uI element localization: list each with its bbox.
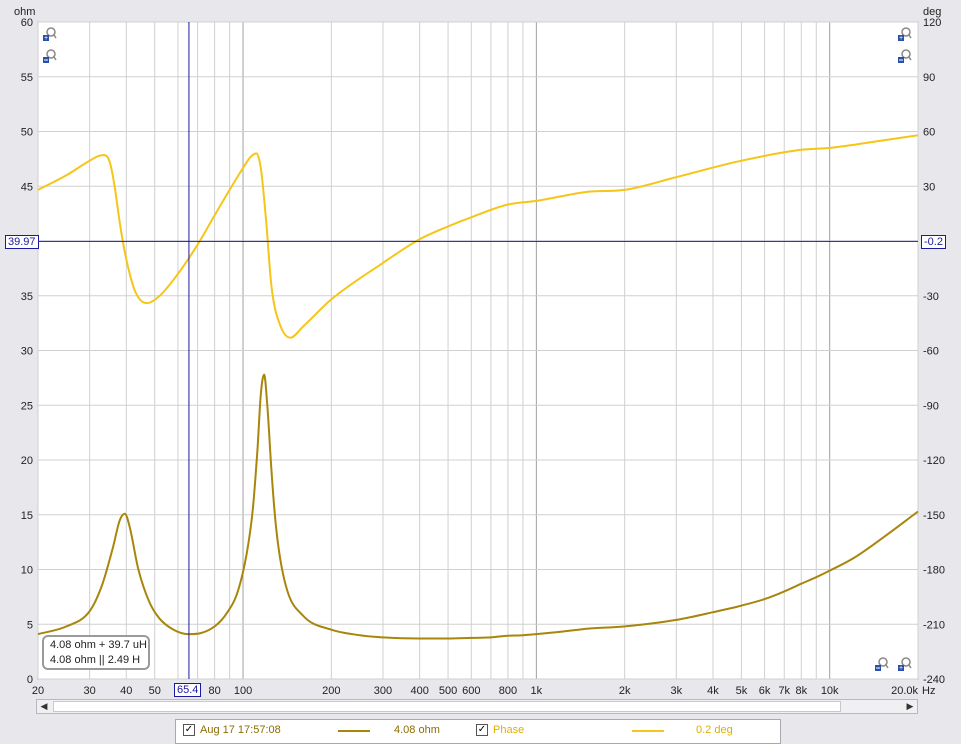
left-tick-label: 60 xyxy=(21,17,33,29)
x-tick-label: 5k xyxy=(736,685,748,697)
phase-checkbox[interactable]: ✓ xyxy=(476,724,488,736)
x-tick-label: 20.0k xyxy=(891,685,918,697)
right-axis-unit: deg xyxy=(923,6,941,18)
x-tick-label: 8k xyxy=(795,685,807,697)
impedance-chart[interactable]: 051015202530354045505560-240-210-180-150… xyxy=(0,0,961,700)
phase-name: Phase xyxy=(493,724,525,736)
x-tick-label: 200 xyxy=(322,685,340,697)
right-tick-label: -150 xyxy=(923,510,945,522)
right-tick-label: 120 xyxy=(923,17,941,29)
left-tick-label: 10 xyxy=(21,565,33,577)
x-tick-label: 500 xyxy=(439,685,457,697)
phase-value: 0.2 deg xyxy=(696,724,733,736)
measurement-swatch xyxy=(338,730,370,732)
right-tick-label: -90 xyxy=(923,400,939,412)
left-tick-label: 20 xyxy=(21,455,33,467)
left-axis-unit: ohm xyxy=(14,6,35,18)
x-tick-label: 80 xyxy=(208,685,220,697)
chart-window: 051015202530354045505560-240-210-180-150… xyxy=(0,0,961,744)
x-tick-label: 40 xyxy=(120,685,132,697)
zoom-in-x-icon[interactable]: + xyxy=(898,657,912,671)
measurement-name: Aug 17 17:57:08 xyxy=(200,724,281,736)
svg-text:+: + xyxy=(899,665,903,671)
x-tick-label: 3k xyxy=(671,685,683,697)
right-tick-label: -60 xyxy=(923,346,939,358)
x-tick-label: 6k xyxy=(759,685,771,697)
left-tick-label: 35 xyxy=(21,291,33,303)
svg-text:+: + xyxy=(899,35,903,41)
zoom-out-left-icon[interactable] xyxy=(43,49,57,63)
right-tick-label: 60 xyxy=(923,127,935,139)
right-tick-label: 30 xyxy=(923,181,935,193)
x-tick-label: 30 xyxy=(84,685,96,697)
x-tick-label: 800 xyxy=(499,685,517,697)
scroll-right-icon[interactable]: ▶ xyxy=(903,700,917,713)
measurement-value: 4.08 ohm xyxy=(394,724,440,736)
right-tick-label: -210 xyxy=(923,619,945,631)
readout-box: 4.08 ohm + 39.7 uH 4.08 ohm || 2.49 H xyxy=(42,635,150,670)
x-tick-label: 300 xyxy=(374,685,392,697)
x-tick-label: 10k xyxy=(821,685,839,697)
readout-parallel: 4.08 ohm || 2.49 H xyxy=(50,654,141,666)
right-tick-label: -120 xyxy=(923,455,945,467)
left-tick-label: 30 xyxy=(21,346,33,358)
x-tick-label: 2k xyxy=(619,685,631,697)
zoom-in-right-icon[interactable]: + xyxy=(898,27,912,41)
readout-series: 4.08 ohm + 39.7 uH xyxy=(50,639,147,651)
cursor-left-value: 39.97 xyxy=(5,235,39,249)
left-tick-label: 50 xyxy=(21,127,33,139)
cursor-right-value: -0.2 xyxy=(921,235,946,249)
right-tick-label: -180 xyxy=(923,565,945,577)
zoom-out-x-icon[interactable] xyxy=(875,657,889,671)
cursor-x-value: 65.4 xyxy=(174,683,202,697)
x-tick-label: 4k xyxy=(707,685,719,697)
x-tick-label: 20 xyxy=(32,685,44,697)
x-tick-label: 400 xyxy=(410,685,428,697)
phase-swatch xyxy=(632,730,664,732)
right-tick-label: 90 xyxy=(923,72,935,84)
right-tick-label: -30 xyxy=(923,291,939,303)
x-tick-label: 100 xyxy=(234,685,252,697)
scrollbar-thumb[interactable] xyxy=(53,701,841,712)
left-tick-label: 45 xyxy=(21,181,33,193)
x-axis-unit: Hz xyxy=(922,685,935,697)
x-tick-label: 7k xyxy=(778,685,790,697)
svg-text:+: + xyxy=(44,35,48,41)
scroll-left-icon[interactable]: ◀ xyxy=(37,700,51,713)
measurement-checkbox[interactable]: ✓ xyxy=(183,724,195,736)
left-tick-label: 5 xyxy=(27,619,33,631)
x-tick-label: 1k xyxy=(531,685,543,697)
horizontal-scrollbar[interactable]: ◀ ▶ xyxy=(36,699,918,714)
legend-bar: ✓ Aug 17 17:57:08 4.08 ohm ✓ Phase 0.2 d… xyxy=(175,719,781,744)
x-tick-label: 50 xyxy=(149,685,161,697)
x-tick-label: 600 xyxy=(462,685,480,697)
left-tick-label: 25 xyxy=(21,400,33,412)
left-tick-label: 55 xyxy=(21,72,33,84)
left-tick-label: 15 xyxy=(21,510,33,522)
zoom-out-right-icon[interactable] xyxy=(898,49,912,63)
zoom-in-left-icon[interactable]: + xyxy=(43,27,57,41)
